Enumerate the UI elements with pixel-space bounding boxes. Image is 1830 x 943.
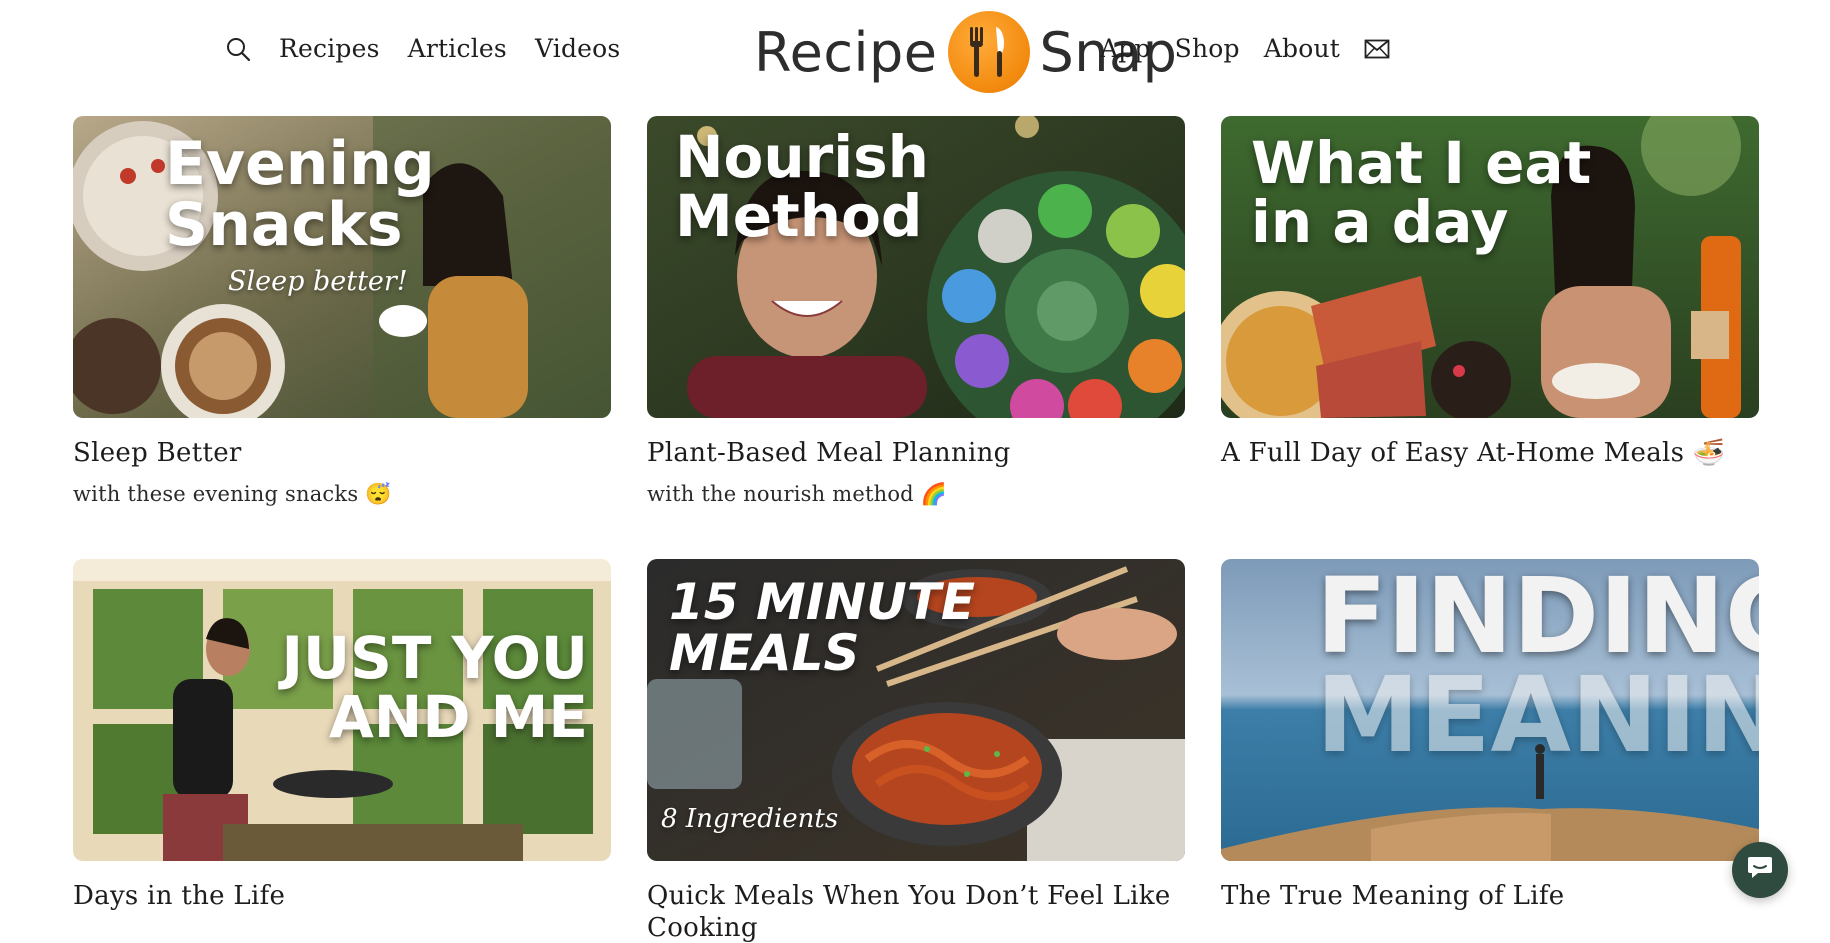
thumb-overlay-text: JUST YOU AND ME: [281, 624, 588, 752]
fork-knife-icon: [947, 11, 1030, 93]
video-card-full-day-meals[interactable]: What I eat in a day A Full Day of Easy A…: [1221, 116, 1759, 468]
video-card-sleep-better[interactable]: Evening Snacks Sleep better! Sleep Bette…: [73, 116, 611, 507]
card-title[interactable]: The True Meaning of Life: [1221, 881, 1759, 911]
nav-link-recipes[interactable]: Recipes: [279, 34, 380, 63]
card-title[interactable]: Quick Meals When You Don’t Feel Like: [647, 881, 1185, 911]
logo-text-left: Recipe: [754, 20, 938, 84]
card-title[interactable]: Days in the Life: [73, 881, 611, 911]
nav-link-videos[interactable]: Videos: [535, 34, 621, 63]
card-title-continued[interactable]: Cooking: [647, 913, 1185, 943]
thumb-overlay-script: 8 Ingredients: [661, 804, 839, 834]
thumbnail-finding-meaning[interactable]: FINDING MEANING: [1221, 559, 1759, 861]
mail-icon[interactable]: [1364, 39, 1390, 59]
search-icon[interactable]: [225, 36, 251, 62]
thumb-overlay-text: FINDING MEANING: [1316, 559, 1759, 776]
nav-link-articles[interactable]: Articles: [408, 34, 507, 63]
thumbnail-nourish-method[interactable]: Nourish Method: [647, 116, 1185, 418]
nav-left: Recipes Articles Videos: [225, 34, 620, 63]
nav-right: App Shop About: [1100, 34, 1390, 63]
video-card-quick-meals[interactable]: 15 MINUTE MEALS 8 Ingredients Quick Meal…: [647, 559, 1185, 943]
nav-link-shop[interactable]: Shop: [1175, 34, 1240, 63]
nav-link-app[interactable]: App: [1100, 34, 1151, 63]
thumbnail-what-i-eat[interactable]: What I eat in a day: [1221, 116, 1759, 418]
nav-link-about[interactable]: About: [1264, 34, 1340, 63]
thumb-overlay-text: Evening Snacks: [165, 129, 435, 261]
thumbnail-evening-snacks[interactable]: Evening Snacks Sleep better!: [73, 116, 611, 418]
thumb-overlay-text: Nourish Method: [675, 123, 929, 251]
video-card-days-in-the-life[interactable]: JUST YOU AND ME Days in the Life: [73, 559, 611, 911]
chat-button[interactable]: [1732, 842, 1788, 898]
thumb-overlay-text: What I eat in a day: [1251, 129, 1592, 257]
thumb-overlay-script: Sleep better!: [228, 266, 408, 297]
thumbnail-15-minute-meals[interactable]: 15 MINUTE MEALS 8 Ingredients: [647, 559, 1185, 861]
card-title[interactable]: Sleep Better: [73, 438, 611, 468]
card-title[interactable]: A Full Day of Easy At-Home Meals 🍜: [1221, 438, 1759, 468]
video-card-true-meaning[interactable]: FINDING MEANING The True Meaning of Life: [1221, 559, 1759, 911]
card-subtitle: with these evening snacks 😴: [73, 482, 392, 506]
card-subtitle: with the nourish method 🌈: [647, 482, 948, 506]
site-header: Recipes Articles Videos Recipe Snap App …: [0, 0, 1830, 104]
video-card-plant-based-meal-planning[interactable]: Nourish Method Plant-Based Meal Planning…: [647, 116, 1185, 507]
card-title[interactable]: Plant-Based Meal Planning: [647, 438, 1185, 468]
chat-icon: [1746, 855, 1774, 885]
thumb-overlay-text: 15 MINUTE MEALS: [669, 573, 976, 682]
thumbnail-just-you-and-me[interactable]: JUST YOU AND ME: [73, 559, 611, 861]
